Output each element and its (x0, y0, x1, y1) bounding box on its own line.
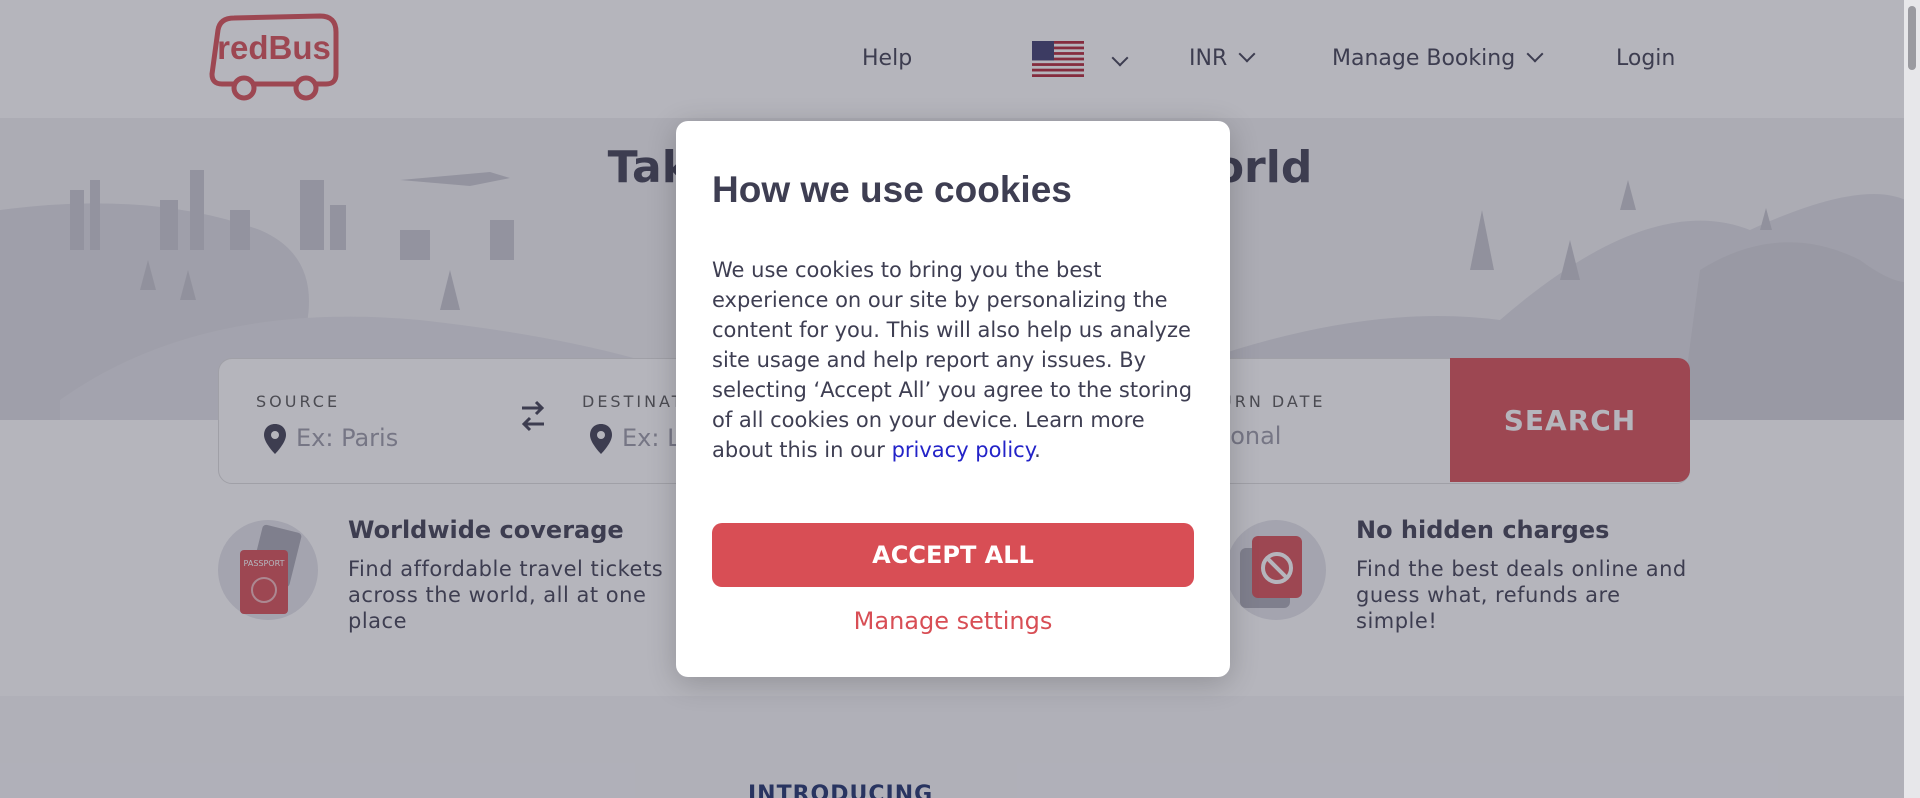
page: redBus Help INR Manage Booking Login Tak… (0, 0, 1920, 798)
manage-settings-link[interactable]: Manage settings (676, 607, 1230, 635)
accept-all-button[interactable]: ACCEPT ALL (712, 523, 1194, 587)
modal-body-text: We use cookies to bring you the best exp… (712, 258, 1193, 462)
privacy-policy-link[interactable]: privacy policy (892, 438, 1035, 462)
modal-body-end: . (1034, 438, 1041, 462)
cookie-modal: How we use cookies We use cookies to bri… (676, 121, 1230, 677)
modal-title: How we use cookies (712, 169, 1072, 210)
scrollbar-thumb[interactable] (1908, 6, 1916, 70)
scrollbar[interactable] (1904, 0, 1920, 798)
modal-body: We use cookies to bring you the best exp… (712, 255, 1202, 465)
